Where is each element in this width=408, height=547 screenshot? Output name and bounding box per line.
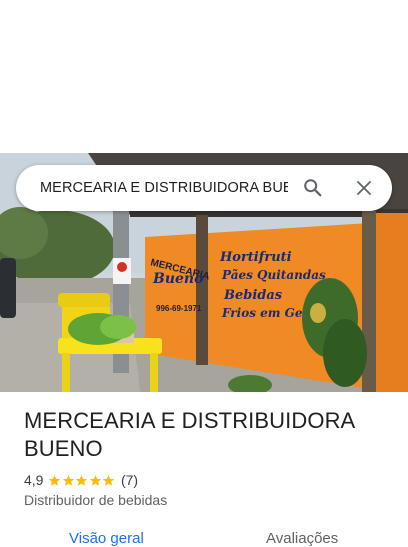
- search-input[interactable]: MERCEARIA E DISTRIBUIDORA BUEN: [40, 165, 288, 211]
- close-icon: [357, 181, 371, 195]
- star-rating: [48, 474, 116, 487]
- place-category[interactable]: Distribuidor de bebidas: [24, 492, 167, 508]
- clear-search-button[interactable]: [351, 175, 377, 201]
- sign-text-bueno: Bueno: [152, 271, 203, 287]
- search-button[interactable]: [300, 175, 326, 201]
- sign-text-phone: 996-69-1971: [156, 304, 202, 313]
- star-icon: [76, 474, 88, 486]
- search-bar[interactable]: MERCEARIA E DISTRIBUIDORA BUEN: [16, 165, 392, 211]
- rating-row[interactable]: 4,9 (7): [24, 471, 138, 489]
- sign-text-paes: Pães Quitandas: [221, 268, 326, 282]
- star-icon: [103, 474, 115, 486]
- sign-text-bebidas: Bebidas: [223, 288, 283, 303]
- star-icon: [89, 474, 102, 486]
- place-name: MERCEARIA E DISTRIBUIDORA BUENO: [24, 408, 355, 461]
- review-count[interactable]: (7): [121, 472, 138, 488]
- blank-map-area: [0, 0, 408, 153]
- tab-overview[interactable]: Visão geral: [69, 530, 144, 547]
- sign-text-hortifruti: Hortifruti: [219, 250, 292, 265]
- rating-value: 4,9: [24, 472, 44, 488]
- star-icon: [62, 474, 75, 486]
- magnifier-icon: [304, 179, 322, 197]
- tab-reviews[interactable]: Avaliações: [266, 530, 338, 547]
- star-icon: [49, 474, 61, 486]
